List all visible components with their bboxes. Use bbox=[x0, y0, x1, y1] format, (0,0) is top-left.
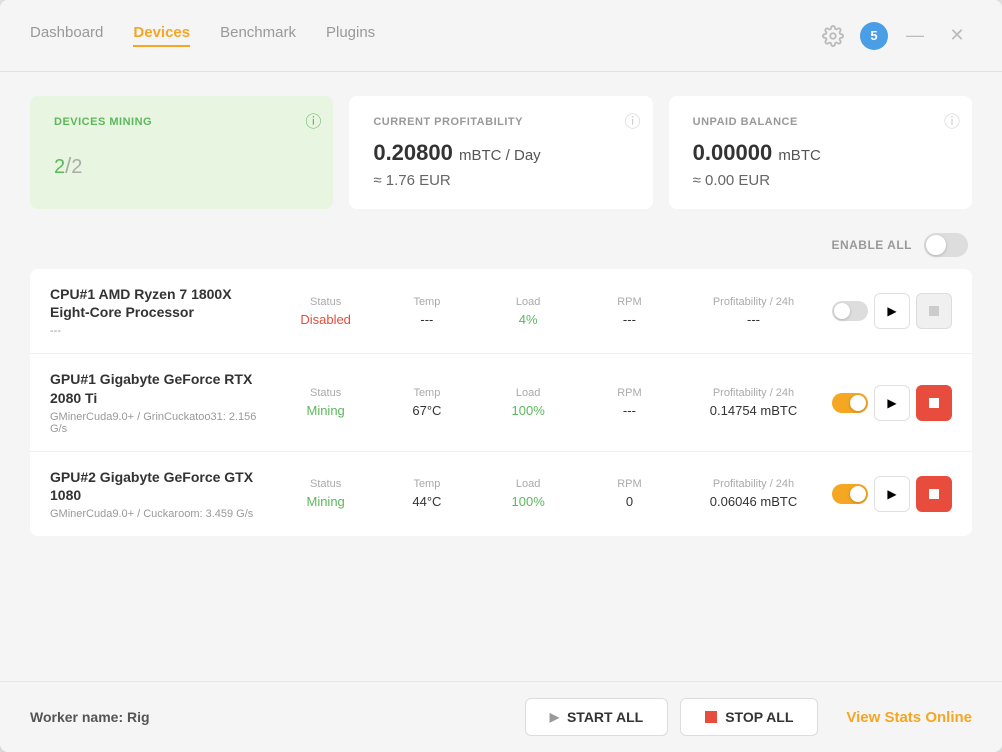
device-info-cpu1: CPU#1 AMD Ryzen 7 1800X Eight-Core Proce… bbox=[50, 285, 270, 337]
device-actions-cpu1: ▶ bbox=[832, 293, 952, 329]
devices-mining-label: DEVICES MINING bbox=[54, 116, 309, 128]
tab-devices[interactable]: Devices bbox=[133, 24, 190, 47]
device-info-gpu1: GPU#1 Gigabyte GeForce RTX 2080 Ti GMine… bbox=[50, 370, 270, 434]
content-area: ⓘ DEVICES MINING 2/2 ⓘ CURRENT PROFITABI… bbox=[0, 72, 1002, 681]
device-temp-value-gpu1: 67°C bbox=[412, 403, 441, 418]
nav-actions: 5 — ✕ bbox=[818, 21, 972, 51]
device-stat-load-gpu2: Load 100% bbox=[483, 478, 574, 509]
balance-label: UNPAID BALANCE bbox=[693, 116, 948, 128]
settings-button[interactable] bbox=[818, 21, 848, 51]
profitability-label: CURRENT PROFITABILITY bbox=[373, 116, 628, 128]
profitability-main: 0.20800 mBTC / Day bbox=[373, 140, 628, 166]
footer-actions: ▶ START ALL STOP ALL View Stats Online bbox=[525, 698, 972, 736]
nav-bar: Dashboard Devices Benchmark Plugins 5 — … bbox=[0, 0, 1002, 72]
app-window: Dashboard Devices Benchmark Plugins 5 — … bbox=[0, 0, 1002, 752]
device-load-value-gpu1: 100% bbox=[512, 403, 545, 418]
device-stat-status-gpu2: Status Mining bbox=[280, 478, 371, 509]
notification-badge[interactable]: 5 bbox=[860, 22, 888, 50]
balance-card: ⓘ UNPAID BALANCE 0.00000 mBTC ≈ 0.00 EUR bbox=[669, 96, 972, 209]
stats-row: ⓘ DEVICES MINING 2/2 ⓘ CURRENT PROFITABI… bbox=[30, 96, 972, 209]
device-list: CPU#1 AMD Ryzen 7 1800X Eight-Core Proce… bbox=[30, 269, 972, 536]
device-stat-temp-gpu1: Temp 67°C bbox=[381, 387, 472, 418]
device-status-value-gpu2: Mining bbox=[306, 494, 344, 509]
play-icon: ▶ bbox=[550, 710, 559, 724]
device-rpm-value-cpu1: --- bbox=[623, 312, 636, 327]
device-toggle-gpu2[interactable] bbox=[832, 484, 868, 504]
enable-all-label: ENABLE ALL bbox=[831, 238, 912, 252]
device-load-value-cpu1: 4% bbox=[519, 312, 538, 327]
stop-all-button[interactable]: STOP ALL bbox=[680, 698, 818, 736]
device-stat-status-cpu1: Status Disabled bbox=[280, 296, 371, 327]
device-algo-gpu1: GMinerCuda9.0+ / GrinCuckatoo31: 2.156 G… bbox=[50, 411, 270, 435]
device-status-value-cpu1: Disabled bbox=[300, 312, 351, 327]
device-profit-value-gpu2: 0.06046 mBTC bbox=[710, 494, 797, 509]
view-stats-link[interactable]: View Stats Online bbox=[846, 709, 972, 726]
table-row: GPU#1 Gigabyte GeForce RTX 2080 Ti GMine… bbox=[30, 354, 972, 451]
info-icon-devices[interactable]: ⓘ bbox=[305, 108, 321, 132]
device-stat-profit-gpu2: Profitability / 24h 0.06046 mBTC bbox=[685, 478, 822, 509]
device-stat-profit-cpu1: Profitability / 24h --- bbox=[685, 296, 822, 327]
device-play-gpu2[interactable]: ▶ bbox=[874, 476, 910, 512]
device-name-gpu1: GPU#1 Gigabyte GeForce RTX 2080 Ti bbox=[50, 370, 270, 406]
device-rpm-value-gpu2: 0 bbox=[626, 494, 633, 509]
info-icon-balance[interactable]: ⓘ bbox=[944, 108, 960, 132]
device-stop-gpu2[interactable] bbox=[916, 476, 952, 512]
device-toggle-cpu1[interactable] bbox=[832, 301, 868, 321]
device-profit-value-cpu1: --- bbox=[747, 312, 760, 327]
nav-tabs: Dashboard Devices Benchmark Plugins bbox=[30, 24, 818, 47]
device-temp-value-cpu1: --- bbox=[420, 312, 433, 327]
footer: Worker name: Rig ▶ START ALL STOP ALL Vi… bbox=[0, 681, 1002, 752]
stop-icon bbox=[705, 711, 717, 723]
device-algo-cpu1: --- bbox=[50, 325, 270, 337]
start-all-button[interactable]: ▶ START ALL bbox=[525, 698, 668, 736]
device-stat-rpm-gpu1: RPM --- bbox=[584, 387, 675, 418]
minimize-button[interactable]: — bbox=[900, 21, 930, 51]
tab-dashboard[interactable]: Dashboard bbox=[30, 24, 103, 47]
enable-all-row: ENABLE ALL bbox=[30, 233, 972, 257]
device-actions-gpu2: ▶ bbox=[832, 476, 952, 512]
worker-name-display: Worker name: Rig bbox=[30, 709, 525, 725]
device-stat-load-cpu1: Load 4% bbox=[483, 296, 574, 327]
device-name-cpu1: CPU#1 AMD Ryzen 7 1800X Eight-Core Proce… bbox=[50, 285, 270, 321]
device-stat-rpm-cpu1: RPM --- bbox=[584, 296, 675, 327]
balance-main: 0.00000 mBTC bbox=[693, 140, 948, 166]
device-stat-load-gpu1: Load 100% bbox=[483, 387, 574, 418]
device-stat-temp-gpu2: Temp 44°C bbox=[381, 478, 472, 509]
device-temp-value-gpu2: 44°C bbox=[412, 494, 441, 509]
table-row: CPU#1 AMD Ryzen 7 1800X Eight-Core Proce… bbox=[30, 269, 972, 354]
device-stat-rpm-gpu2: RPM 0 bbox=[584, 478, 675, 509]
device-info-gpu2: GPU#2 Gigabyte GeForce GTX 1080 GMinerCu… bbox=[50, 468, 270, 520]
device-algo-gpu2: GMinerCuda9.0+ / Cuckaroom: 3.459 G/s bbox=[50, 508, 270, 520]
worker-name-value: Rig bbox=[127, 709, 150, 725]
device-play-gpu1[interactable]: ▶ bbox=[874, 385, 910, 421]
device-stop-gpu1[interactable] bbox=[916, 385, 952, 421]
device-stat-status-gpu1: Status Mining bbox=[280, 387, 371, 418]
device-rpm-value-gpu1: --- bbox=[623, 403, 636, 418]
device-status-value-gpu1: Mining bbox=[306, 403, 344, 418]
profitability-card: ⓘ CURRENT PROFITABILITY 0.20800 mBTC / D… bbox=[349, 96, 652, 209]
table-row: GPU#2 Gigabyte GeForce GTX 1080 GMinerCu… bbox=[30, 452, 972, 536]
tab-benchmark[interactable]: Benchmark bbox=[220, 24, 296, 47]
device-name-gpu2: GPU#2 Gigabyte GeForce GTX 1080 bbox=[50, 468, 270, 504]
enable-all-toggle[interactable] bbox=[924, 233, 968, 257]
device-stop-cpu1[interactable] bbox=[916, 293, 952, 329]
toggle-knob bbox=[926, 235, 946, 255]
profitability-sub: ≈ 1.76 EUR bbox=[373, 172, 628, 189]
close-button[interactable]: ✕ bbox=[942, 21, 972, 51]
device-play-cpu1[interactable]: ▶ bbox=[874, 293, 910, 329]
tab-plugins[interactable]: Plugins bbox=[326, 24, 375, 47]
balance-sub: ≈ 0.00 EUR bbox=[693, 172, 948, 189]
device-toggle-gpu1[interactable] bbox=[832, 393, 868, 413]
info-icon-profitability[interactable]: ⓘ bbox=[625, 108, 641, 132]
device-profit-value-gpu1: 0.14754 mBTC bbox=[710, 403, 797, 418]
devices-mining-value: 2/2 bbox=[54, 140, 309, 182]
devices-mining-card: ⓘ DEVICES MINING 2/2 bbox=[30, 96, 333, 209]
device-stat-temp-cpu1: Temp --- bbox=[381, 296, 472, 327]
device-actions-gpu1: ▶ bbox=[832, 385, 952, 421]
device-stat-profit-gpu1: Profitability / 24h 0.14754 mBTC bbox=[685, 387, 822, 418]
device-load-value-gpu2: 100% bbox=[512, 494, 545, 509]
